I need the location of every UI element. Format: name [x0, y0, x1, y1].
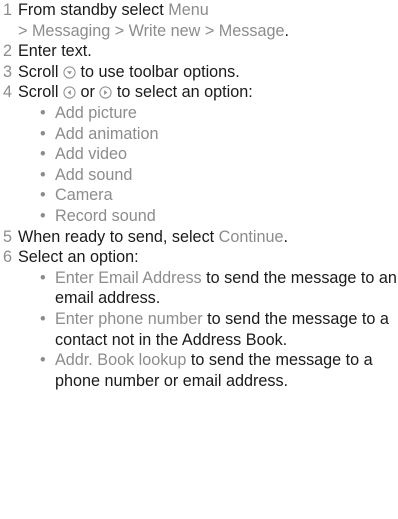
bullet: • [40, 268, 46, 287]
step-text-after: to use toolbar options. [75, 62, 240, 81]
menu-path: Messaging > Write new > Message [31, 21, 285, 40]
step-3: 3 Scroll to use toolbar options. [0, 62, 398, 83]
bullet: • [40, 124, 46, 143]
step-number: 6 [3, 248, 13, 267]
step-number: 4 [3, 83, 13, 102]
period: . [283, 227, 288, 246]
bullet: • [40, 165, 46, 184]
step-6: 6 Select an option: • Enter Email Address… [0, 247, 398, 391]
option-item: • Record sound [40, 206, 398, 227]
step-text-before: Scroll [18, 62, 63, 81]
option-item: • Add video [40, 144, 398, 165]
period: . [284, 21, 289, 40]
bullet: • [40, 309, 46, 328]
bullet: • [40, 145, 46, 164]
step-number: 3 [3, 62, 13, 81]
option-item: • Add animation [40, 124, 398, 145]
step-text-after: to select an option: [112, 83, 253, 102]
option-item: • Add picture [40, 103, 398, 124]
option-label: Add animation [55, 124, 159, 143]
option-item: • Camera [40, 185, 398, 206]
path-separator: > [18, 21, 32, 40]
navigation-key-right-icon [99, 86, 112, 99]
step-text: From standby select [18, 1, 169, 19]
option-label: Record sound [55, 206, 156, 225]
option-label: Add sound [55, 165, 133, 184]
option-label: Camera [55, 186, 113, 205]
step-text: Enter text. [18, 42, 92, 61]
option-item: • Enter Email Address to send the message… [40, 268, 398, 309]
step-text: Select an option: [18, 248, 139, 267]
step-number: 1 [3, 1, 13, 19]
option-item: • Addr. Book lookup to send the message t… [40, 350, 398, 391]
instruction-list: 1 From standby select Menu > Messaging >… [0, 0, 398, 391]
navigation-key-down-icon [63, 66, 76, 79]
option-item: • Enter phone number to send the message … [40, 309, 398, 350]
step-5: 5 When ready to send, select Continue. [0, 227, 398, 248]
option-list: • Enter Email Address to send the message… [18, 268, 398, 392]
step-text-before: Scroll [18, 83, 63, 102]
instruction-page: 1 From standby select Menu > Messaging >… [0, 0, 398, 519]
bullet: • [40, 103, 46, 122]
step-number: 5 [3, 227, 13, 246]
step-text-mid: or [75, 83, 100, 102]
step-text-before: When ready to send, select [18, 227, 219, 246]
step-4: 4 Scroll or to select an option: • Add pi… [0, 82, 398, 226]
menu-label: Menu [168, 1, 209, 19]
continue-label: Continue [218, 227, 284, 246]
bullet: • [40, 206, 46, 225]
option-label: Add picture [55, 103, 137, 122]
option-label: Addr. Book lookup [55, 351, 187, 370]
option-label: Enter Email Address [55, 268, 202, 287]
option-label: Enter phone number [55, 309, 203, 328]
option-label: Add video [55, 145, 127, 164]
step-1: 1 From standby select Menu > Messaging >… [0, 0, 398, 41]
bullet: • [40, 351, 46, 370]
option-list: • Add picture • Add animation • Add video •… [18, 103, 398, 227]
navigation-key-left-icon [63, 86, 76, 99]
step-2: 2 Enter text. [0, 41, 398, 62]
option-item: • Add sound [40, 165, 398, 186]
bullet: • [40, 186, 46, 205]
step-number: 2 [3, 42, 13, 61]
